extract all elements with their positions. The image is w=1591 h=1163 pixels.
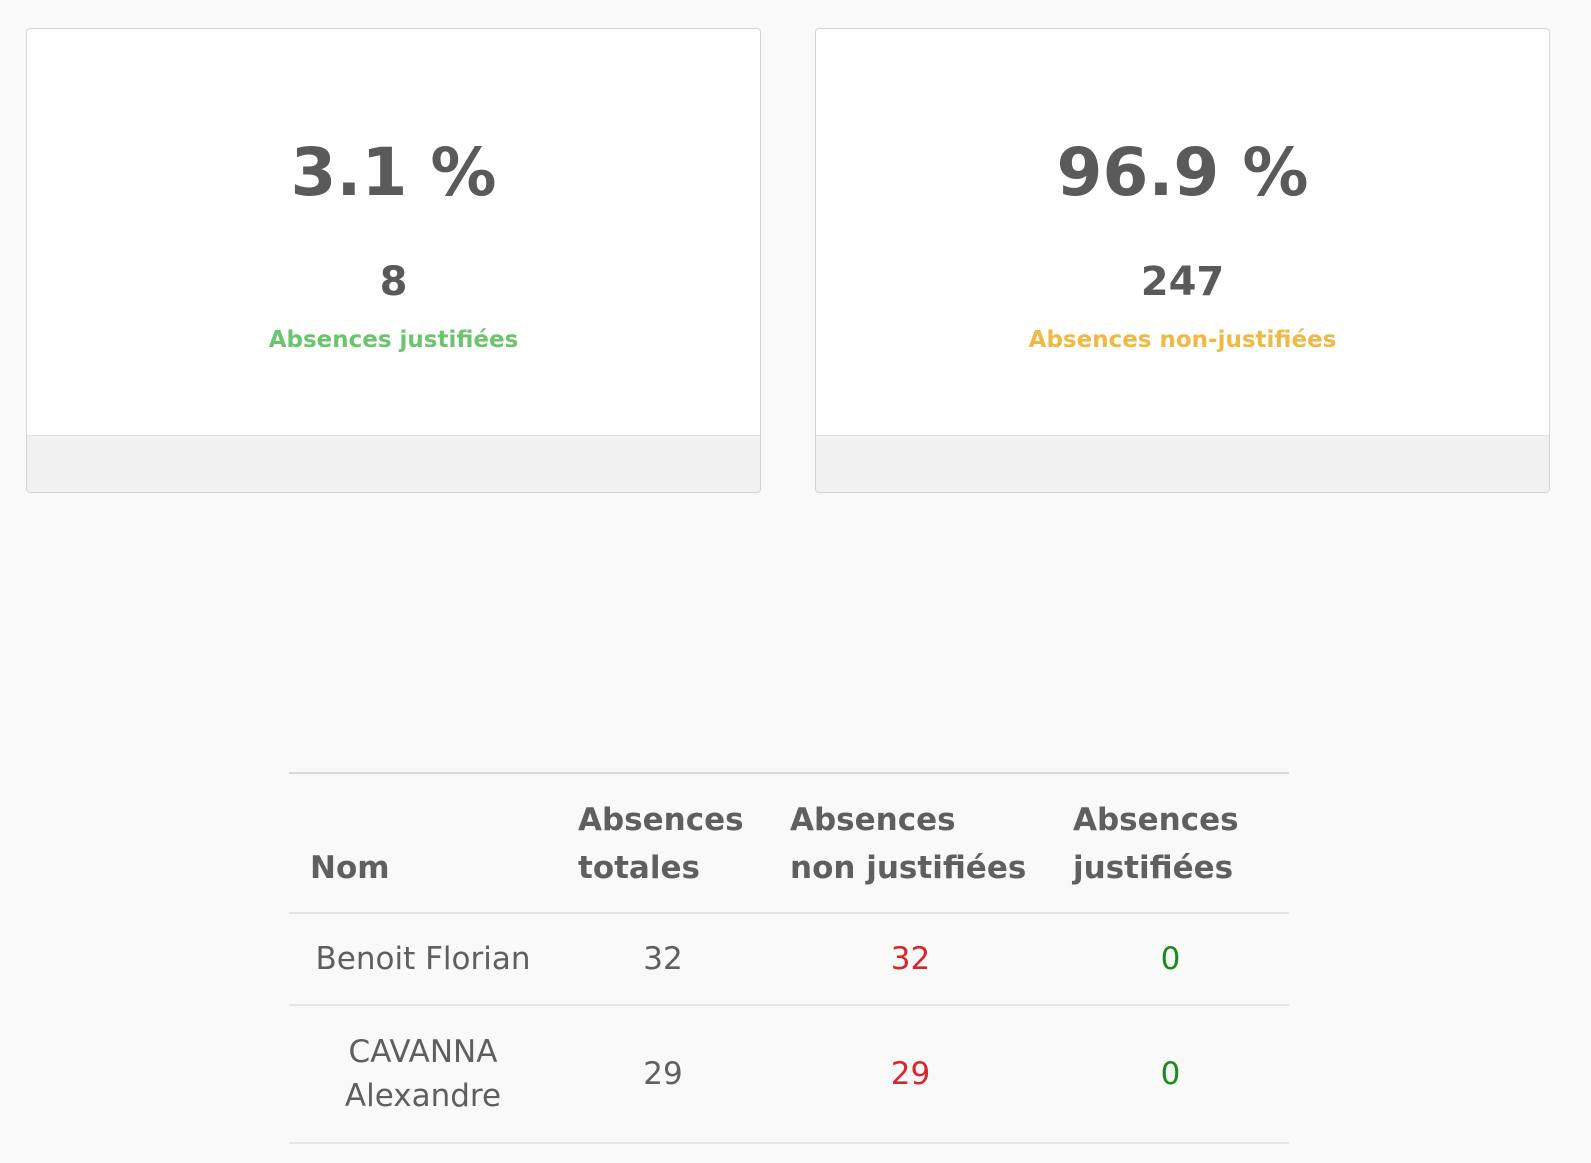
cell-unjustified: 32 [890, 941, 931, 977]
absences-table-container: Nom Absences totales Absences non justif… [289, 772, 1289, 1144]
justified-absences-card-body: 3.1 % 8 Absences justifiées [27, 29, 760, 435]
cell-justified: 0 [1160, 941, 1181, 977]
table-header: Nom Absences totales Absences non justif… [289, 773, 1289, 913]
justified-percent: 3.1 % [290, 134, 497, 211]
unjustified-label: Absences non-justifiées [1028, 327, 1337, 353]
header-name[interactable]: Nom [289, 773, 557, 913]
header-unjustified-absences[interactable]: Absences non justifiées [769, 773, 1052, 913]
cell-justified: 0 [1160, 1056, 1181, 1092]
header-total-absences[interactable]: Absences totales [557, 773, 769, 913]
cell-unjustified: 29 [890, 1056, 931, 1092]
table-row: CAVANNA Alexandre 29 29 0 [289, 1005, 1289, 1143]
unjustified-absences-card-footer [816, 435, 1549, 492]
justified-label: Absences justifiées [268, 327, 519, 353]
absences-table: Nom Absences totales Absences non justif… [289, 772, 1289, 1144]
cell-total: 29 [643, 1056, 683, 1092]
unjustified-absences-card: 96.9 % 247 Absences non-justifiées [815, 28, 1550, 493]
justified-absences-card-footer [27, 435, 760, 492]
header-justified-absences[interactable]: Absences justifiées [1052, 773, 1289, 913]
cell-name: CAVANNA Alexandre [344, 1034, 502, 1114]
table-row: Benoit Florian 32 32 0 [289, 913, 1289, 1005]
unjustified-count: 247 [1140, 259, 1225, 305]
table-header-row: Nom Absences totales Absences non justif… [289, 773, 1289, 913]
unjustified-absences-card-body: 96.9 % 247 Absences non-justifiées [816, 29, 1549, 435]
unjustified-percent: 96.9 % [1056, 134, 1309, 211]
cell-name: Benoit Florian [315, 941, 531, 977]
table-body: Benoit Florian 32 32 0 CAVANNA Alexandre… [289, 913, 1289, 1143]
justified-absences-card: 3.1 % 8 Absences justifiées [26, 28, 761, 493]
cell-total: 32 [643, 941, 683, 977]
justified-count: 8 [379, 259, 408, 305]
